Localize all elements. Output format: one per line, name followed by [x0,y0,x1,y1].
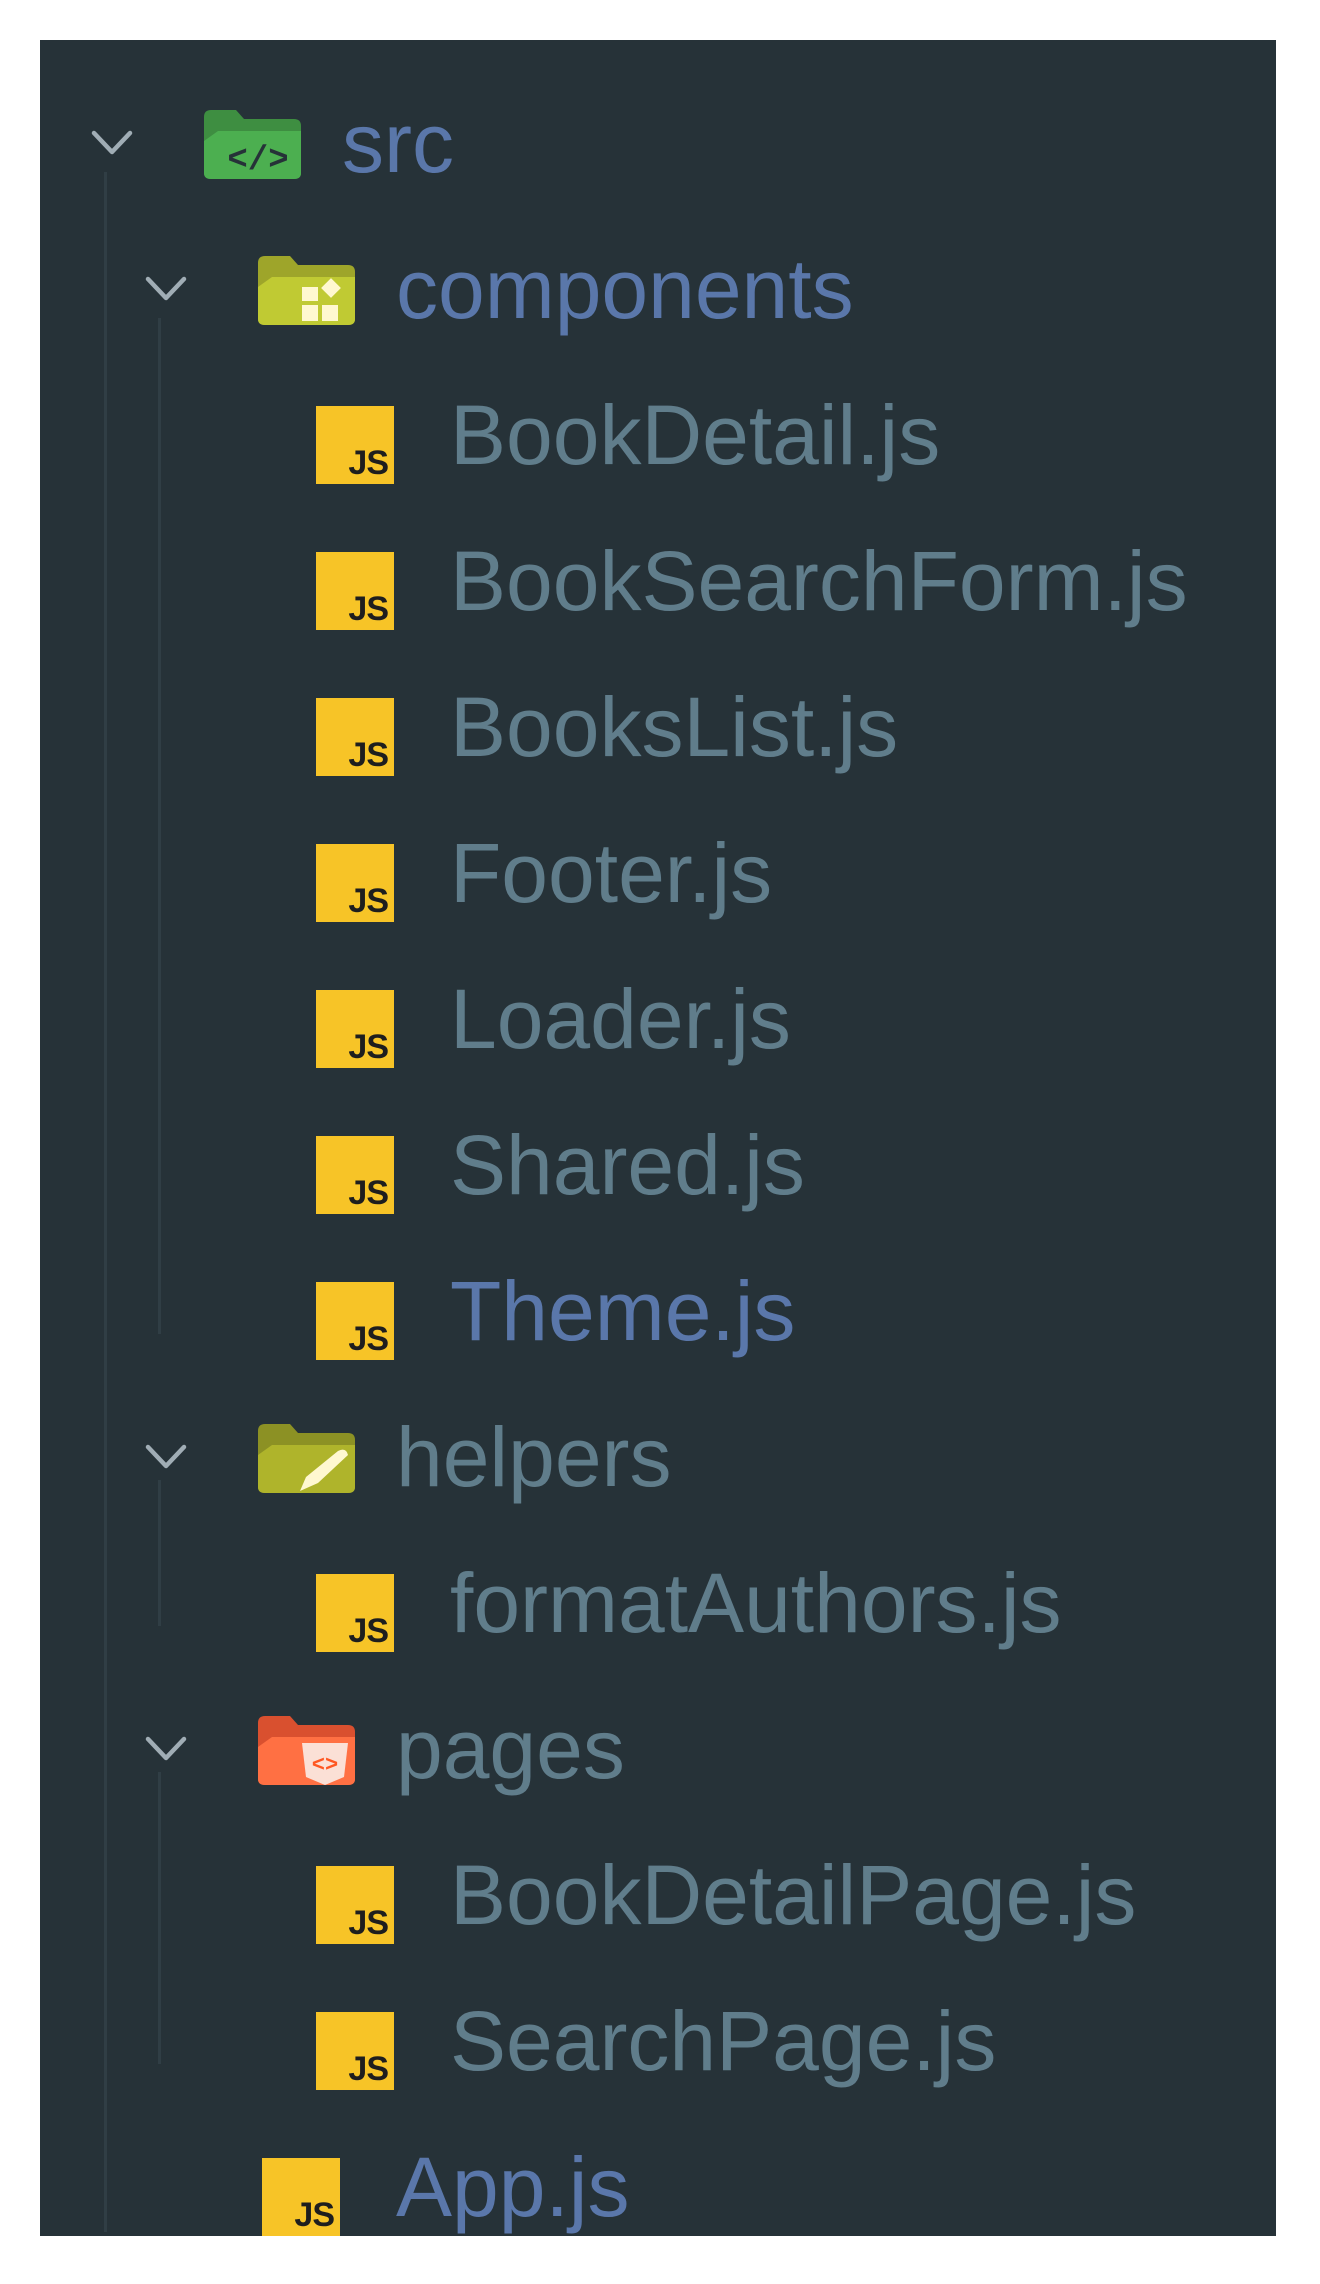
tree-file-label: App.js [396,2140,630,2234]
chevron-down-icon[interactable] [142,264,190,312]
tree-file-row[interactable]: JS BookDetailPage.js [40,1822,1276,1968]
tree-file-label: BookSearchForm.js [450,534,1188,628]
tree-file-row[interactable]: JS App.js [40,2114,1276,2260]
js-file-icon: JS [316,698,394,776]
js-icon-text: JS [348,1612,389,1650]
js-file-icon: JS [262,2158,340,2236]
tree-file-row[interactable]: JS BookDetail.js [40,362,1276,508]
chevron-down-icon[interactable] [88,118,136,166]
js-icon-text: JS [348,1904,389,1942]
svg-text:</>: </> [227,142,288,180]
js-file-icon: JS [316,552,394,630]
tree-folder-label: src [342,96,454,190]
tree-file-label: Shared.js [450,1118,805,1212]
tree-file-row[interactable]: JS SearchPage.js [40,1968,1276,2114]
tree-folder-helpers[interactable]: helpers [40,1384,1276,1530]
tree-file-row[interactable]: JS Loader.js [40,946,1276,1092]
chevron-down-icon[interactable] [142,1432,190,1480]
chevron-down-icon[interactable] [142,1724,190,1772]
tree-file-row[interactable]: JS formatAuthors.js [40,1530,1276,1676]
tree-file-label: Footer.js [450,826,773,920]
file-explorer-panel: </> src components JS BookDetail.js JS B… [40,40,1276,2236]
js-file-icon: JS [316,1574,394,1652]
folder-components-icon [256,253,360,327]
tree-file-label: BookDetail.js [450,388,941,482]
tree-folder-label: components [396,242,854,336]
js-file-icon: JS [316,1136,394,1214]
js-icon-text: JS [348,1174,389,1212]
tree-file-label: BookDetailPage.js [450,1848,1137,1942]
js-file-icon: JS [316,844,394,922]
js-file-icon: JS [316,990,394,1068]
tree-file-label: SearchPage.js [450,1994,997,2088]
folder-pages-icon: <> [256,1713,360,1787]
tree-file-row[interactable]: JS BooksList.js [40,654,1276,800]
svg-text:<>: <> [312,1753,338,1778]
folder-src-icon: </> [202,107,306,181]
tree-folder-src[interactable]: </> src [40,70,1276,216]
tree-folder-components[interactable]: components [40,216,1276,362]
js-icon-text: JS [348,882,389,920]
tree-folder-pages[interactable]: <> pages [40,1676,1276,1822]
js-icon-text: JS [294,2196,335,2234]
js-icon-text: JS [348,2050,389,2088]
tree-file-row[interactable]: JS Theme.js [40,1238,1276,1384]
folder-helpers-icon [256,1421,360,1495]
js-icon-text: JS [348,736,389,774]
js-icon-text: JS [348,1320,389,1358]
js-icon-text: JS [348,1028,389,1066]
js-icon-text: JS [348,590,389,628]
tree-file-row[interactable]: JS Shared.js [40,1092,1276,1238]
tree-file-row[interactable]: JS Footer.js [40,800,1276,946]
js-file-icon: JS [316,2012,394,2090]
js-file-icon: JS [316,1866,394,1944]
js-file-icon: JS [316,1282,394,1360]
tree-file-row[interactable]: JS BookSearchForm.js [40,508,1276,654]
tree-folder-label: helpers [396,1410,672,1504]
tree-folder-label: pages [396,1702,625,1796]
tree-file-label: formatAuthors.js [450,1556,1062,1650]
tree-file-label: Loader.js [450,972,791,1066]
js-icon-text: JS [348,444,389,482]
tree-file-label: Theme.js [450,1264,796,1358]
tree-file-label: BooksList.js [450,680,899,774]
js-file-icon: JS [316,406,394,484]
